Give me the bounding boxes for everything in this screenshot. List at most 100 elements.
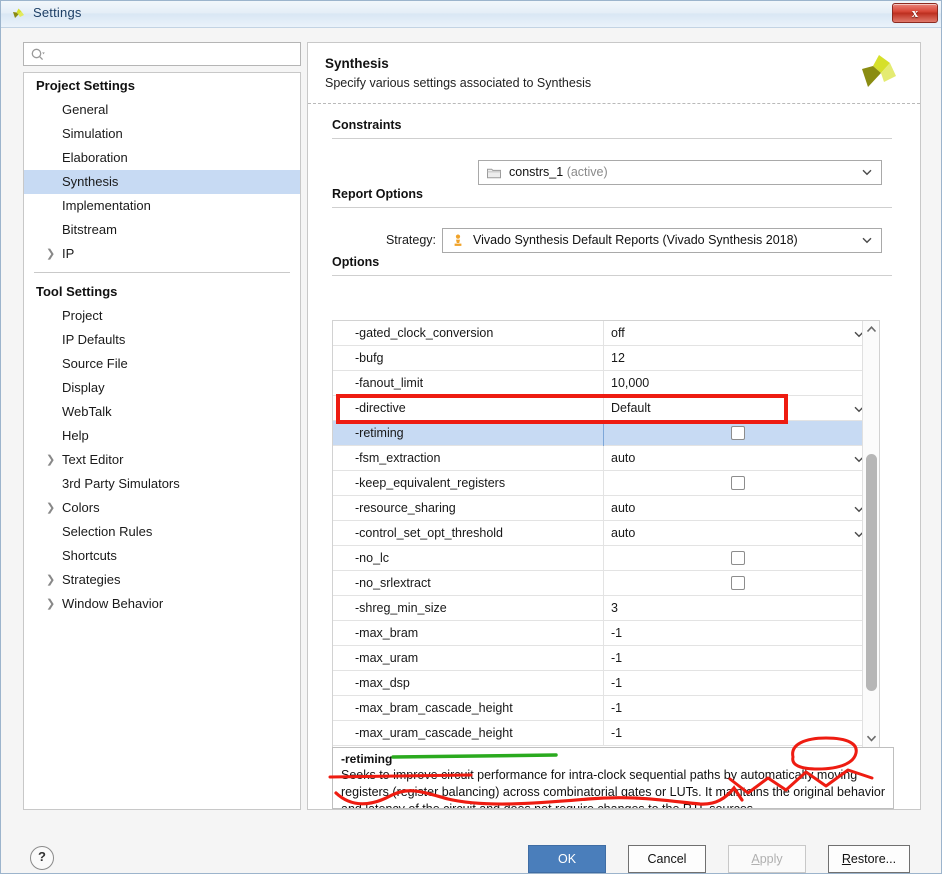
sidebar-item-3rd-party-simulators[interactable]: 3rd Party Simulators: [24, 472, 300, 496]
help-button[interactable]: ?: [30, 846, 54, 870]
table-row[interactable]: -fanout_limit 10,000: [333, 371, 879, 396]
table-row[interactable]: -fsm_extraction auto: [333, 446, 879, 471]
sidebar-item-bitstream[interactable]: Bitstream: [24, 218, 300, 242]
chevron-right-icon[interactable]: ❯: [46, 568, 56, 592]
search-box[interactable]: [23, 42, 301, 66]
sidebar-item-label: Implementation: [62, 198, 151, 213]
chevron-right-icon[interactable]: ❯: [46, 496, 56, 520]
table-row[interactable]: -bufg 12: [333, 346, 879, 371]
table-row[interactable]: -max_uram -1: [333, 646, 879, 671]
option-value: Default: [611, 401, 651, 415]
scroll-down-button[interactable]: [863, 730, 879, 747]
settings-navigation-tree[interactable]: Project Settings General Simulation Elab…: [23, 72, 301, 810]
sidebar-item-text-editor[interactable]: ❯ Text Editor: [24, 448, 300, 472]
option-value[interactable]: -1: [611, 721, 622, 746]
option-name: -control_set_opt_threshold: [355, 526, 504, 540]
apply-button[interactable]: AApplypply: [728, 845, 806, 873]
table-row[interactable]: -max_dsp -1: [333, 671, 879, 696]
option-value[interactable]: -1: [611, 696, 622, 721]
option-name: -fanout_limit: [355, 376, 424, 390]
sidebar-item-colors[interactable]: ❯ Colors: [24, 496, 300, 520]
table-row[interactable]: -no_lc: [333, 546, 879, 571]
folder-icon: [487, 168, 501, 179]
chevron-down-icon[interactable]: [861, 166, 873, 178]
option-value[interactable]: 12: [611, 346, 625, 371]
cell-divider: [603, 696, 604, 721]
no-lc-checkbox[interactable]: [731, 551, 745, 565]
dialog-footer: ? OK Cancel AApplypply Restore...: [1, 823, 941, 873]
sidebar-item-help[interactable]: Help: [24, 424, 300, 448]
chevron-right-icon[interactable]: ❯: [46, 242, 56, 266]
sidebar-item-synthesis[interactable]: Synthesis: [24, 170, 300, 194]
panel-header: Synthesis Specify various settings assoc…: [308, 43, 920, 104]
table-row[interactable]: -directive Default: [333, 396, 879, 421]
table-row-retiming[interactable]: -retiming: [333, 421, 879, 446]
scrollbar-thumb[interactable]: [866, 454, 877, 691]
default-constraint-set-dropdown[interactable]: constrs_1 (active): [478, 160, 882, 185]
sidebar-item-simulation[interactable]: Simulation: [24, 122, 300, 146]
strategy-pawn-icon: [454, 234, 462, 246]
cell-divider: [603, 671, 604, 696]
synthesis-options-table[interactable]: -gated_clock_conversion off -bufg 12 -fa…: [332, 320, 880, 748]
sidebar-item-ip-defaults[interactable]: IP Defaults: [24, 328, 300, 352]
keep-equivalent-registers-checkbox[interactable]: [731, 476, 745, 490]
no-srlextract-checkbox[interactable]: [731, 576, 745, 590]
table-row[interactable]: -control_set_opt_threshold auto: [333, 521, 879, 546]
option-value[interactable]: -1: [611, 621, 622, 646]
chevron-right-icon[interactable]: ❯: [46, 448, 56, 472]
ok-button[interactable]: OK: [528, 845, 606, 873]
search-input[interactable]: [50, 44, 298, 64]
sidebar-item-label: Strategies: [62, 572, 121, 587]
sidebar-item-selection-rules[interactable]: Selection Rules: [24, 520, 300, 544]
table-row[interactable]: -gated_clock_conversion off: [333, 321, 879, 346]
cancel-button[interactable]: Cancel: [628, 845, 706, 873]
scroll-up-button[interactable]: [863, 321, 879, 338]
question-mark-icon: ?: [38, 849, 46, 864]
option-value[interactable]: -1: [611, 671, 622, 696]
table-row[interactable]: -no_srlextract: [333, 571, 879, 596]
nav-group-title-tool-settings: Tool Settings: [36, 284, 118, 299]
restore-button[interactable]: Restore...: [828, 845, 910, 873]
option-value[interactable]: -1: [611, 646, 622, 671]
table-row[interactable]: -keep_equivalent_registers: [333, 471, 879, 496]
sidebar-item-label: Text Editor: [62, 452, 124, 467]
option-name: -resource_sharing: [355, 501, 456, 515]
chevron-down-icon[interactable]: [861, 234, 873, 246]
sidebar-item-label: Bitstream: [62, 222, 117, 237]
sidebar-item-general[interactable]: General: [24, 98, 300, 122]
constraints-section-rule: [332, 138, 892, 139]
options-scrollbar[interactable]: [862, 321, 879, 747]
sidebar-item-window-behavior[interactable]: ❯ Window Behavior: [24, 592, 300, 616]
option-name: -bufg: [355, 351, 384, 365]
sidebar-item-ip[interactable]: ❯ IP: [24, 242, 300, 266]
option-name: -max_bram: [355, 626, 419, 640]
option-value: auto: [611, 501, 636, 515]
sidebar-item-implementation[interactable]: Implementation: [24, 194, 300, 218]
cell-divider: [603, 496, 604, 521]
sidebar-item-shortcuts[interactable]: Shortcuts: [24, 544, 300, 568]
cell-divider: [603, 621, 604, 646]
option-value: off: [611, 326, 625, 340]
cell-divider: [603, 346, 604, 371]
close-button[interactable]: x: [892, 3, 938, 23]
sidebar-item-project[interactable]: Project: [24, 304, 300, 328]
option-name: -retiming: [355, 426, 404, 440]
table-row[interactable]: -max_bram_cascade_height -1: [333, 696, 879, 721]
sidebar-item-source-file[interactable]: Source File: [24, 352, 300, 376]
sidebar-item-label: Help: [62, 428, 89, 443]
option-value[interactable]: 3: [611, 596, 618, 621]
table-row[interactable]: -shreg_min_size 3: [333, 596, 879, 621]
retiming-checkbox[interactable]: [731, 426, 745, 440]
table-row[interactable]: -max_bram -1: [333, 621, 879, 646]
strategy-dropdown[interactable]: Vivado Synthesis Default Reports (Vivado…: [442, 228, 882, 253]
sidebar-item-display[interactable]: Display: [24, 376, 300, 400]
sidebar-item-strategies[interactable]: ❯ Strategies: [24, 568, 300, 592]
table-row[interactable]: -max_uram_cascade_height -1: [333, 721, 879, 746]
sidebar-item-webtalk[interactable]: WebTalk: [24, 400, 300, 424]
option-name: -max_uram: [355, 651, 419, 665]
sidebar-item-label: Colors: [62, 500, 100, 515]
table-row[interactable]: -resource_sharing auto: [333, 496, 879, 521]
sidebar-item-elaboration[interactable]: Elaboration: [24, 146, 300, 170]
chevron-right-icon[interactable]: ❯: [46, 592, 56, 616]
option-value[interactable]: 10,000: [611, 371, 649, 396]
